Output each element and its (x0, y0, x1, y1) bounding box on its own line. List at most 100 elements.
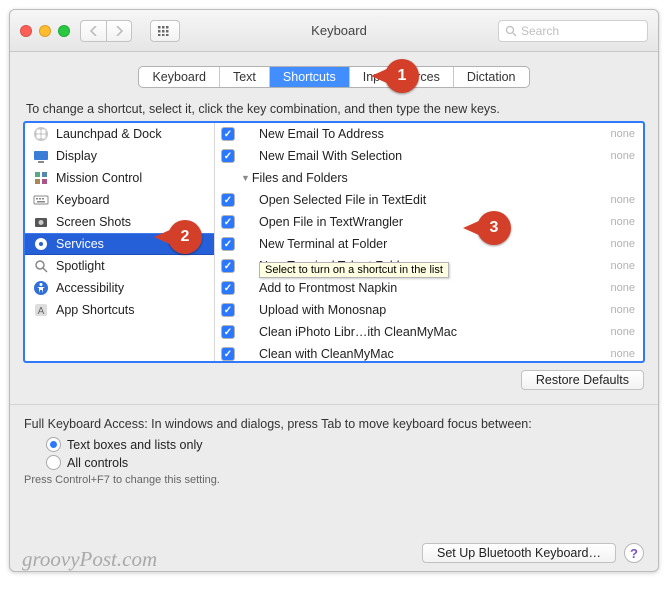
titlebar: Keyboard Search (10, 10, 658, 52)
checkbox[interactable]: ✓ (221, 127, 235, 141)
gear-icon (33, 236, 49, 252)
category-app-shortcuts[interactable]: A App Shortcuts (25, 299, 214, 321)
a11y-icon (33, 280, 49, 296)
list-item[interactable]: ✓Upload with Monosnapnone (215, 299, 643, 321)
shortcut-label: Clean iPhoto Libr…ith CleanMyMac (241, 325, 593, 339)
category-launchpad-dock[interactable]: Launchpad & Dock (25, 123, 214, 145)
tab-text[interactable]: Text (220, 67, 270, 87)
category-mission-control[interactable]: Mission Control (25, 167, 214, 189)
shortcut-label: New Terminal at Folder (241, 237, 593, 251)
annotation-2: 2 (168, 220, 202, 254)
list-item[interactable]: ✓Clean iPhoto Libr…ith CleanMyMacnone (215, 321, 643, 343)
checkbox[interactable]: ✓ (221, 259, 235, 273)
shortcut-value: none (593, 238, 643, 250)
tab-keyboard[interactable]: Keyboard (139, 67, 220, 87)
category-label: Screen Shots (56, 215, 131, 229)
display-icon (33, 148, 49, 164)
shortcut-value: none (593, 216, 643, 228)
svg-text:A: A (38, 306, 45, 317)
fka-description: Full Keyboard Access: In windows and dia… (24, 417, 644, 431)
radio-all-controls[interactable]: All controls (46, 455, 644, 470)
back-button[interactable] (80, 20, 106, 42)
shortcut-value: none (593, 128, 643, 140)
annotation-1: 1 (385, 59, 419, 93)
tooltip: Select to turn on a shortcut in the list (259, 262, 449, 278)
checkbox[interactable]: ✓ (221, 325, 235, 339)
keyboard-icon (33, 192, 49, 208)
radio-icon (46, 437, 61, 452)
help-button[interactable]: ? (624, 543, 644, 563)
checkbox[interactable]: ✓ (221, 303, 235, 317)
list-item[interactable]: ✓ New Terminal at Foldernone (215, 233, 643, 255)
shortcut-label: Open Selected File in TextEdit (241, 193, 593, 207)
shortcuts-panel: Launchpad & Dock Display Mission Control Ke… (24, 122, 644, 362)
category-label: Spotlight (56, 259, 105, 273)
category-label: App Shortcuts (56, 303, 135, 317)
checkbox[interactable]: ✓ (221, 237, 235, 251)
footer: Set Up Bluetooth Keyboard… ? (422, 543, 644, 563)
radio-text-boxes-only[interactable]: Text boxes and lists only (46, 437, 644, 452)
checkbox[interactable]: ✓ (221, 281, 235, 295)
mission-icon (33, 170, 49, 186)
category-label: Accessibility (56, 281, 124, 295)
category-label: Display (56, 149, 97, 163)
shortcut-value: none (593, 348, 643, 360)
nav-buttons (80, 20, 132, 42)
category-label: Launchpad & Dock (56, 127, 162, 141)
minimize-window-button[interactable] (39, 25, 51, 37)
shortcut-label: Add to Frontmost Napkin (241, 281, 593, 295)
window-title: Keyboard (190, 23, 488, 38)
screenshot-icon (33, 214, 49, 230)
tab-shortcuts[interactable]: Shortcuts (270, 67, 350, 87)
category-keyboard[interactable]: Keyboard (25, 189, 214, 211)
checkbox[interactable]: ✓ (221, 215, 235, 229)
shortcut-label: New Email To Address (241, 127, 593, 141)
checkbox[interactable]: ✓ (221, 193, 235, 207)
shortcut-label: New Email With Selection (241, 149, 593, 163)
shortcut-value: none (593, 194, 643, 206)
category-spotlight[interactable]: Spotlight (25, 255, 214, 277)
content-area: KeyboardTextShortcutsInput SourcesDictat… (10, 52, 658, 500)
close-window-button[interactable] (20, 25, 32, 37)
shortcut-value: none (593, 150, 643, 162)
category-accessibility[interactable]: Accessibility (25, 277, 214, 299)
category-label: Keyboard (56, 193, 110, 207)
disclosure-triangle-icon[interactable]: ▼ (241, 173, 250, 183)
radio-icon (46, 455, 61, 470)
spotlight-icon (33, 258, 49, 274)
list-item[interactable]: ✓ Open Selected File in TextEditnone (215, 189, 643, 211)
setup-bluetooth-button[interactable]: Set Up Bluetooth Keyboard… (422, 543, 616, 563)
radio-label: All controls (67, 456, 128, 470)
category-label: Services (56, 237, 104, 251)
shortcut-value: none (593, 304, 643, 316)
shortcut-label: Clean with CleanMyMac (241, 347, 593, 361)
traffic-lights (20, 25, 70, 37)
list-item[interactable]: ✓ Add to Frontmost Napkinnone (215, 277, 643, 299)
restore-defaults-button[interactable]: Restore Defaults (521, 370, 644, 390)
radio-label: Text boxes and lists only (67, 438, 203, 452)
list-item[interactable]: ✓Open File in TextWranglernone (215, 211, 643, 233)
search-placeholder: Search (521, 24, 559, 38)
shortcut-value: none (593, 282, 643, 294)
category-display[interactable]: Display (25, 145, 214, 167)
shortcut-list[interactable]: ✓New Email To Addressnone✓New Email With… (215, 123, 643, 361)
fka-hint: Press Control+F7 to change this setting. (24, 474, 644, 486)
instruction-text: To change a shortcut, select it, click t… (26, 102, 644, 116)
list-item[interactable]: ✓ Clean with CleanMyMacnone (215, 343, 643, 361)
search-icon (505, 25, 517, 37)
search-field[interactable]: Search (498, 20, 648, 42)
show-all-button[interactable] (150, 20, 180, 42)
launchpad-icon (33, 126, 49, 142)
app-icon: A (33, 302, 49, 318)
group-label: Files and Folders (252, 171, 348, 185)
forward-button[interactable] (106, 20, 132, 42)
list-group-header[interactable]: ▼Files and Folders (215, 167, 643, 189)
list-item[interactable]: ✓ New Email To Addressnone (215, 123, 643, 145)
category-label: Mission Control (56, 171, 142, 185)
annotation-3: 3 (477, 211, 511, 245)
checkbox[interactable]: ✓ (221, 347, 235, 361)
list-item[interactable]: ✓ New Email With Selectionnone (215, 145, 643, 167)
zoom-window-button[interactable] (58, 25, 70, 37)
tab-dictation[interactable]: Dictation (454, 67, 529, 87)
checkbox[interactable]: ✓ (221, 149, 235, 163)
